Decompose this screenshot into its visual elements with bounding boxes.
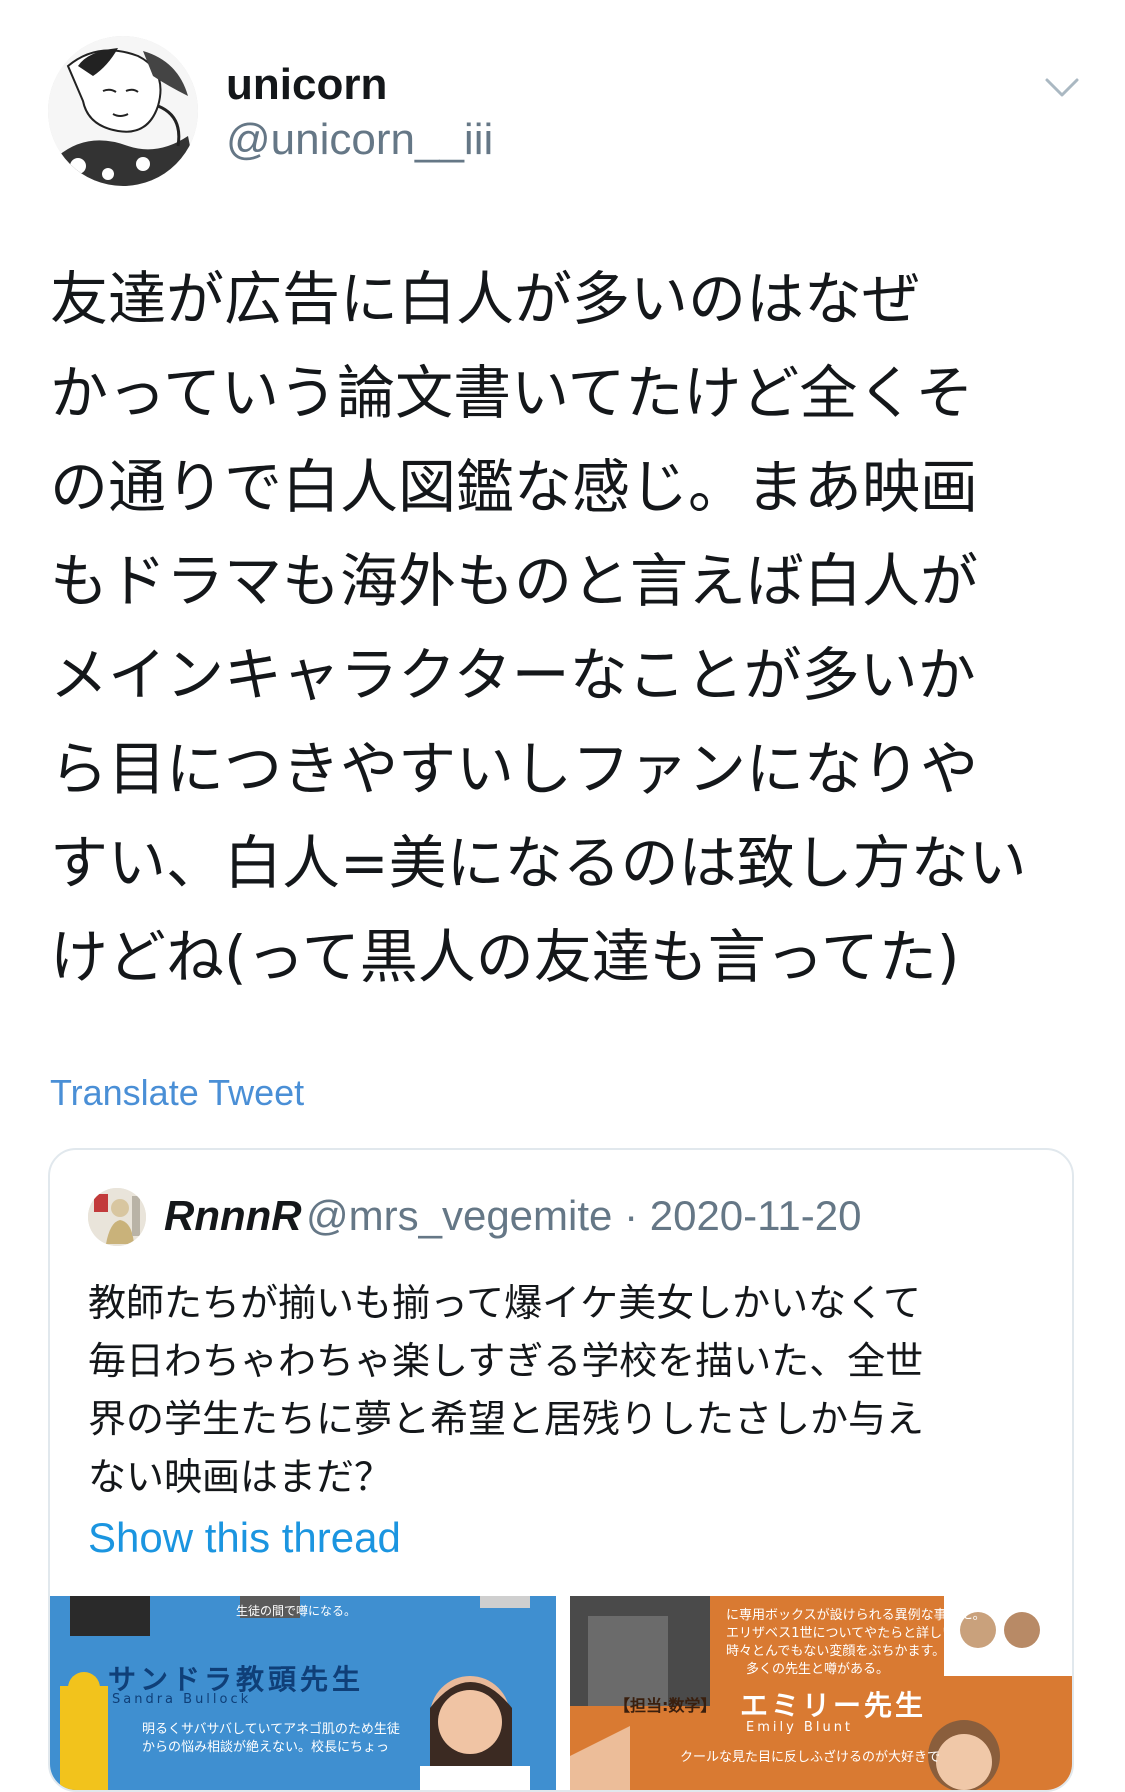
poster-left-subtitle: Sandra Bullock xyxy=(112,1692,252,1707)
quoted-author-handle[interactable]: @mrs_vegemite xyxy=(306,1192,612,1239)
poster-right-bottom: クールな見た目に反しふざけるのが大好きで xyxy=(680,1750,941,1765)
poster-right-title: エミリー先生 xyxy=(740,1689,927,1722)
translate-tweet-link[interactable]: Translate Tweet xyxy=(50,1072,304,1114)
author-handle[interactable]: @unicorn__iii xyxy=(226,115,493,165)
poster-left-body: からの悩み相談が絶えない。校長にちょっ xyxy=(142,1740,390,1755)
poster-left-caption: 生徒の間で噂になる。 xyxy=(236,1604,357,1618)
meta-separator: · xyxy=(624,1192,639,1239)
poster-right-text: 時々とんでもない変顔をぶちかます。 xyxy=(726,1644,946,1659)
quoted-text-line: ない映画はまだ？ xyxy=(88,1455,393,1499)
poster-right-text: エリザベス1世についてやたらと詳しい。 xyxy=(726,1626,969,1641)
poster-right-tag: 【担当:数学】 xyxy=(614,1696,717,1715)
media-image-right[interactable]: に専用ボックスが設けられる異例な事態に。 エリザベス1世についてやたらと詳しい。… xyxy=(570,1596,1072,1790)
tweet-text-line: ら目につきやすいしファンになりや xyxy=(50,735,979,803)
quoted-text-line: 毎日わちゃわちゃ楽しすぎる学校を描いた、全世 xyxy=(88,1339,924,1383)
tweet-text-line: の通りで白人図鑑な感じ。まあ映画 xyxy=(50,453,979,521)
quoted-tweet-card[interactable]: RnnnR @mrs_vegemite · 2020-11-20 教師たちが揃い… xyxy=(48,1148,1074,1792)
poster-left-body: 明るくサバサバしていてアネゴ肌のため生徒 xyxy=(142,1722,400,1737)
chevron-down-icon[interactable] xyxy=(1044,76,1080,100)
tweet-text-line: けどね(って黒人の友達も言ってた) xyxy=(50,923,960,991)
poster-right-text: に専用ボックスが設けられる異例な事態に。 xyxy=(726,1608,986,1623)
author-display-name[interactable]: unicorn xyxy=(226,60,387,110)
quoted-tweet-text: 教師たちが揃いも揃って爆イケ美女しかいなくて 毎日わちゃわちゃ楽しすぎる学校を描… xyxy=(88,1274,1048,1506)
tweet-text-line: 友達が広告に白人が多いのはなぜ xyxy=(50,265,921,333)
quoted-author-meta: @mrs_vegemite · 2020-11-20 xyxy=(306,1192,861,1240)
tweet-text-line: メインキャラクターなことが多いか xyxy=(50,641,976,709)
poster-right-subtitle: Emily Blunt xyxy=(746,1720,854,1735)
quoted-author-avatar[interactable] xyxy=(88,1188,146,1246)
poster-right-text: 多くの先生と噂がある。 xyxy=(746,1662,890,1677)
quoted-author-name[interactable]: RnnnR xyxy=(164,1192,302,1240)
tweet-text-line: かっていう論文書いてたけど全くそ xyxy=(50,359,974,427)
author-avatar[interactable] xyxy=(48,36,198,186)
quoted-text-line: 界の学生たちに夢と希望と居残りしたさしか与え xyxy=(88,1397,925,1441)
show-thread-link[interactable]: Show this thread xyxy=(88,1514,401,1562)
avatar-illustration xyxy=(48,36,198,186)
figure-raincoat xyxy=(60,1672,108,1790)
quoted-tweet-date[interactable]: 2020-11-20 xyxy=(650,1192,862,1239)
quoted-text-line: 教師たちが揃いも揃って爆イケ美女しかいなくて xyxy=(88,1281,921,1325)
media-image-left[interactable]: 生徒の間で噂になる。 サンドラ教頭先生 Sandra Bullock 明るくサバ… xyxy=(50,1596,556,1790)
tweet-text: 友達が広告に白人が多いのはなぜ かっていう論文書いてたけど全くそ の通りで白人図… xyxy=(50,252,1080,1004)
tweet-text-line: すい、白人=美になるのは致し方ない xyxy=(50,829,1027,897)
tweet-text-line: もドラマも海外ものと言えば白人が xyxy=(50,547,979,615)
